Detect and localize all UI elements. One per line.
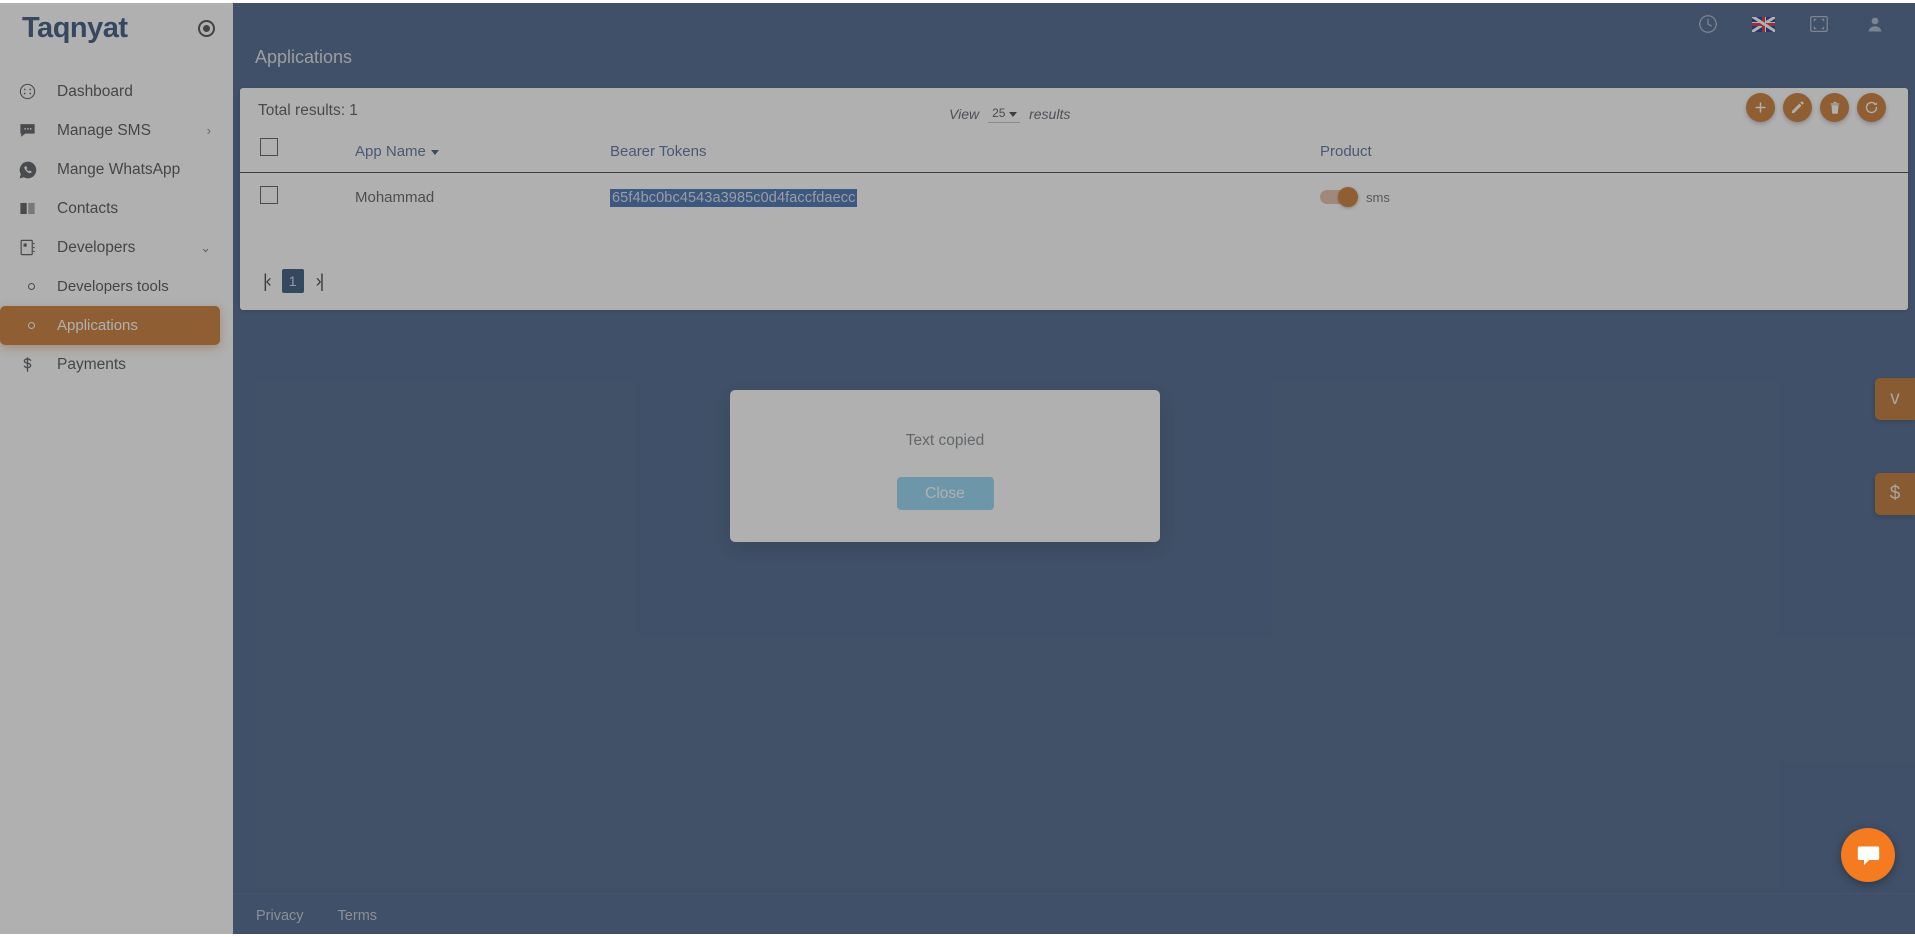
window-top-edge <box>0 0 1915 3</box>
application-window: Taqnyat Dashboard Manage SMS › Mange Wha… <box>0 0 1915 937</box>
chat-widget-button[interactable] <box>1841 828 1895 882</box>
chat-bubble-icon <box>1857 846 1879 865</box>
modal-overlay[interactable] <box>0 0 1915 937</box>
